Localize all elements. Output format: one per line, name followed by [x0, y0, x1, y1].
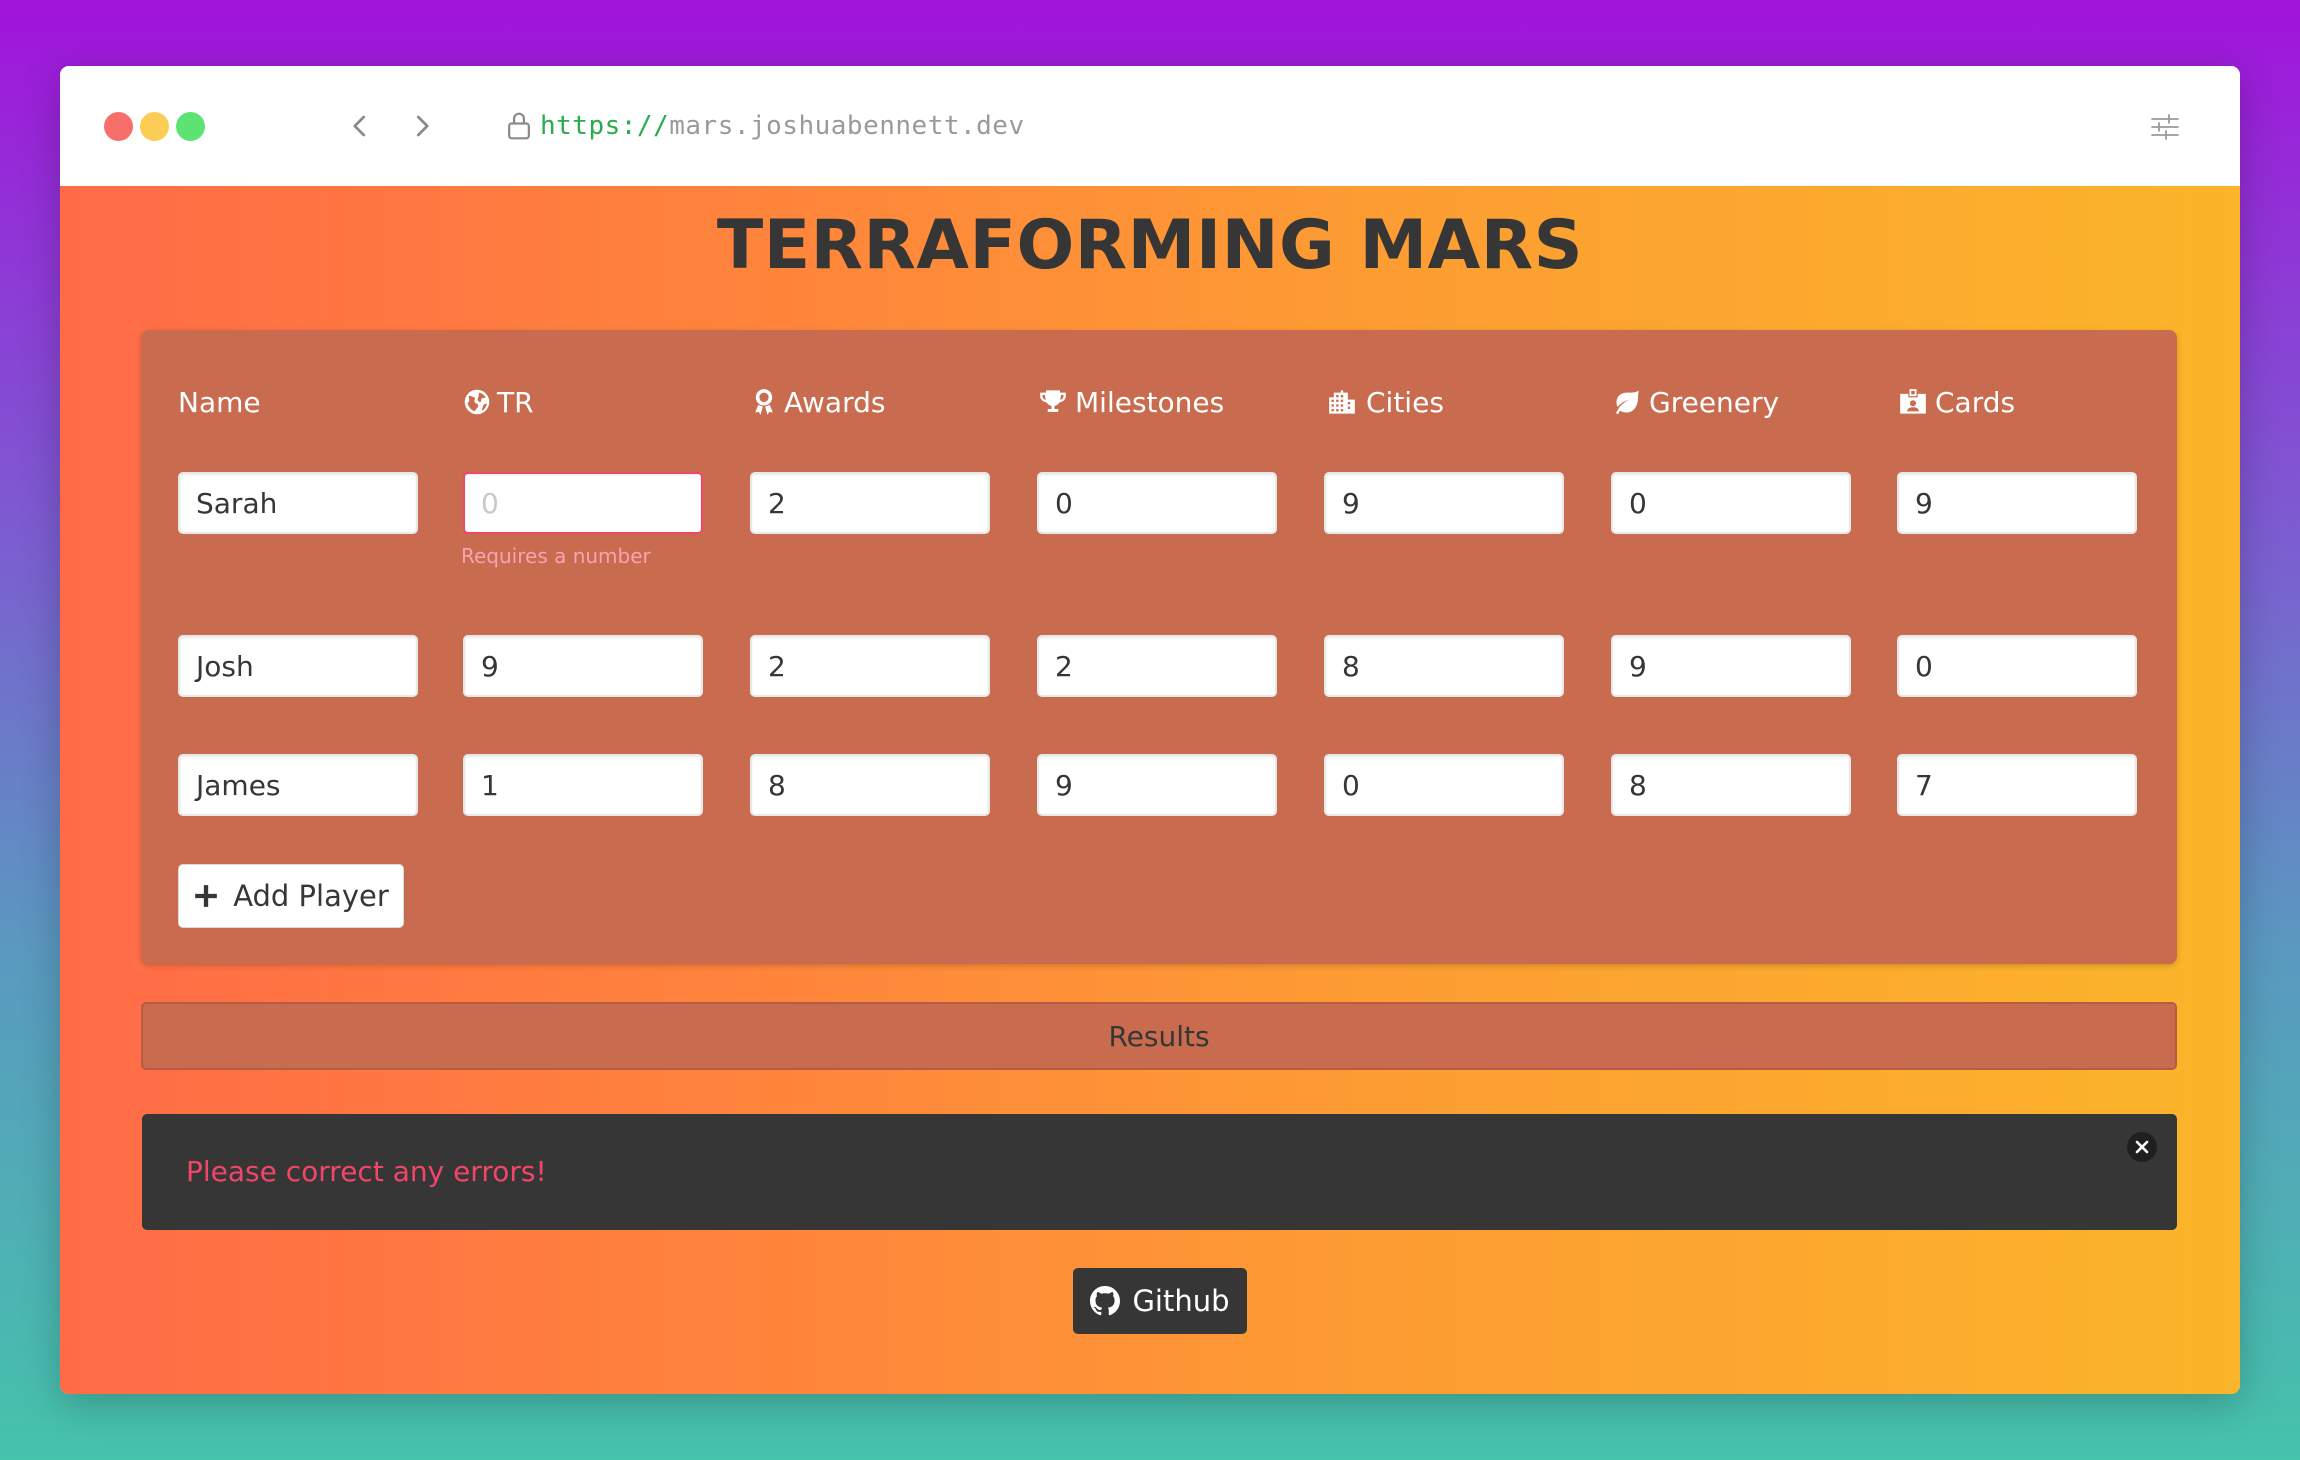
plus-icon [195, 885, 218, 907]
github-button[interactable]: Github [1073, 1268, 1247, 1334]
tr-error-help: Requires a number [461, 544, 651, 568]
column-header-cards: Cards [1897, 382, 2015, 422]
column-header-greenery: Greenery [1611, 382, 1779, 422]
globe-icon [464, 389, 490, 415]
close-icon[interactable] [2127, 1132, 2157, 1162]
column-header-name: Name [178, 382, 261, 422]
cities-input[interactable]: 8 [1324, 635, 1564, 697]
url-host: mars.joshuabennett.dev [669, 111, 1025, 141]
id-card-icon [1900, 389, 1926, 414]
cities-input[interactable]: 9 [1324, 472, 1564, 534]
greenery-input[interactable]: 0 [1611, 472, 1851, 534]
minimize-window-button[interactable] [140, 112, 169, 141]
trophy-icon [1040, 390, 1066, 412]
url-scheme: https:// [540, 111, 670, 141]
forward-icon[interactable] [404, 108, 440, 144]
page-title: TERRAFORMING MARS [716, 206, 1584, 285]
column-label: Milestones [1075, 385, 1225, 419]
sliders-icon[interactable] [2148, 110, 2182, 144]
tr-input[interactable]: 0 [463, 472, 703, 534]
column-header-awards: Awards [750, 382, 885, 422]
player-name-input[interactable]: Josh [178, 635, 418, 697]
column-label: Greenery [1649, 385, 1780, 419]
leaf-icon [1615, 390, 1639, 415]
column-label: Cities [1366, 385, 1444, 419]
milestones-input[interactable]: 9 [1037, 754, 1277, 816]
column-label: Awards [784, 385, 886, 419]
greenery-input[interactable]: 9 [1611, 635, 1851, 697]
column-label: Name [178, 385, 261, 419]
cards-input[interactable]: 0 [1897, 635, 2137, 697]
column-header-milestones: Milestones [1037, 382, 1224, 422]
github-icon [1090, 1286, 1121, 1316]
column-label: Cards [1935, 385, 2016, 419]
back-icon[interactable] [342, 108, 378, 144]
error-notification: Please correct any errors! [142, 1114, 2177, 1230]
column-header-tr: TR [463, 382, 534, 422]
close-window-button[interactable] [104, 112, 133, 141]
cities-input[interactable]: 0 [1324, 754, 1564, 816]
address-bar[interactable]: https://mars.joshuabennett.dev [540, 108, 1025, 144]
notification-text: Please correct any errors! [186, 1155, 547, 1188]
player-name-input[interactable]: James [178, 754, 418, 816]
page-content: TERRAFORMING MARS Name TR Awards Milesto… [60, 186, 2240, 1394]
column-label: TR [497, 385, 534, 419]
awards-input[interactable]: 2 [750, 472, 990, 534]
player-name-input[interactable]: Sarah [178, 472, 418, 534]
greenery-input[interactable]: 8 [1611, 754, 1851, 816]
results-button[interactable]: Results [141, 1002, 2177, 1070]
tr-input[interactable]: 1 [463, 754, 703, 816]
cards-input[interactable]: 7 [1897, 754, 2137, 816]
add-player-label: Add Player [233, 879, 389, 913]
lock-icon [504, 110, 534, 142]
city-icon [1329, 390, 1355, 414]
milestones-input[interactable]: 2 [1037, 635, 1277, 697]
tr-input[interactable]: 9 [463, 635, 703, 697]
cards-input[interactable]: 9 [1897, 472, 2137, 534]
maximize-window-button[interactable] [176, 112, 205, 141]
github-label: Github [1132, 1284, 1230, 1318]
awards-input[interactable]: 8 [750, 754, 990, 816]
awards-input[interactable]: 2 [750, 635, 990, 697]
award-icon [755, 389, 773, 415]
browser-window: https://mars.joshuabennett.dev TERRAFORM… [60, 66, 2240, 1394]
milestones-input[interactable]: 0 [1037, 472, 1277, 534]
score-card: Name TR Awards Milestones Cities Greener… [141, 330, 2177, 964]
browser-toolbar: https://mars.joshuabennett.dev [60, 66, 2240, 186]
column-header-cities: Cities [1324, 382, 1444, 422]
add-player-button[interactable]: Add Player [178, 864, 404, 928]
